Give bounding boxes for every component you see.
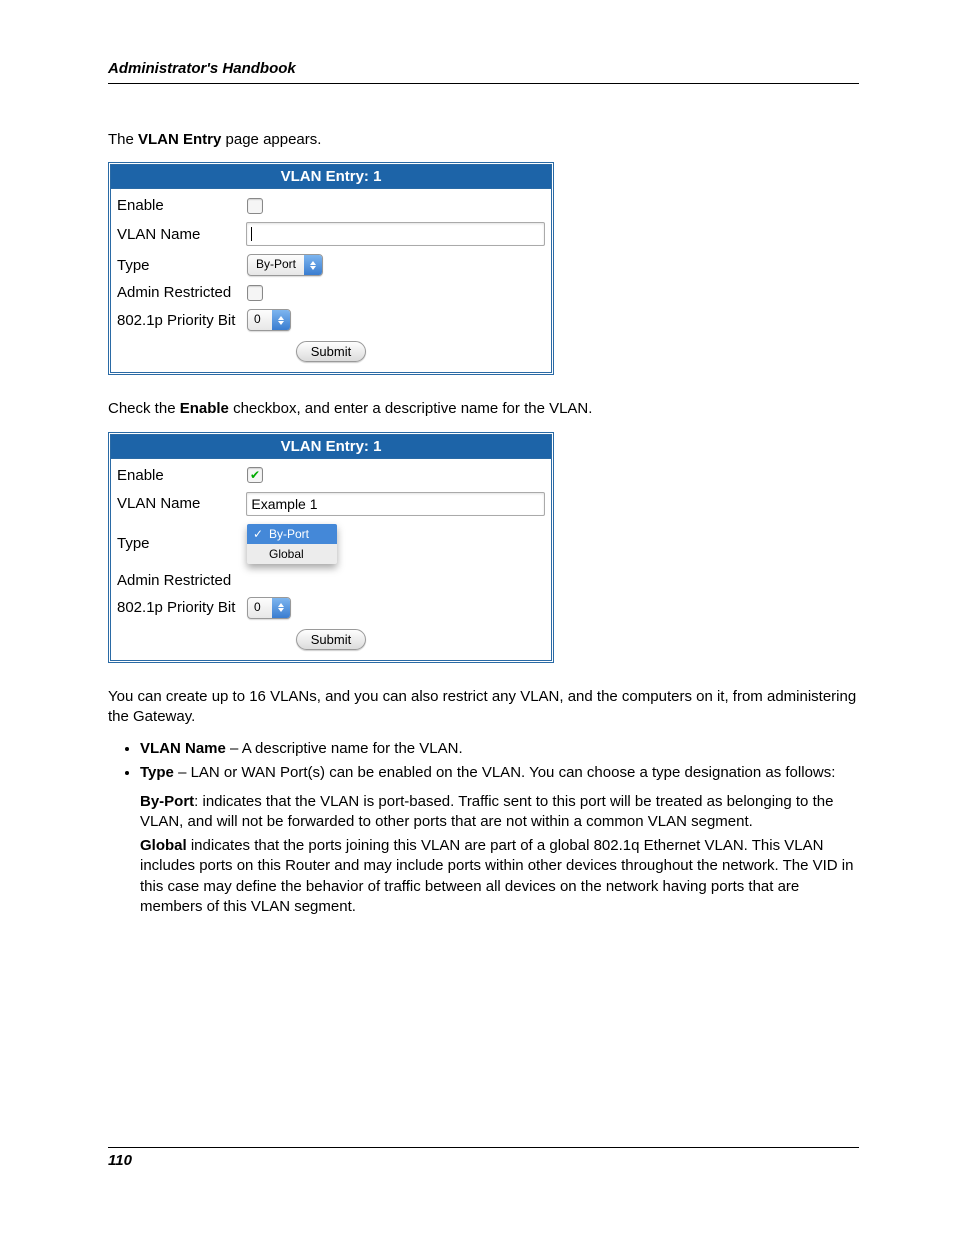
type-select-open[interactable]: ✓ By-Port Global [247, 524, 337, 564]
enable-label: Enable [117, 467, 247, 484]
vlan-name-label: VLAN Name [117, 226, 246, 243]
admin-restricted-label: Admin Restricted [117, 572, 247, 589]
checkmark-icon: ✓ [253, 527, 263, 541]
byport-para: By-Port: indicates that the VLAN is port… [140, 792, 859, 833]
priority-select[interactable]: 0 [247, 597, 291, 619]
stepper-icon [304, 255, 322, 275]
stepper-icon [272, 598, 290, 618]
type-label: Type [117, 257, 247, 274]
text-bold: Type [140, 764, 174, 781]
text-bold: VLAN Name [140, 740, 226, 757]
enable-checkbox[interactable]: ✔ [247, 467, 263, 483]
vlan-name-input[interactable]: Example 1 [246, 492, 545, 516]
priority-select[interactable]: 0 [247, 309, 291, 331]
panel-title: VLAN Entry: 1 [111, 165, 551, 189]
priority-select-value: 0 [248, 598, 272, 618]
list-item: Type – LAN or WAN Port(s) can be enabled… [140, 763, 859, 783]
priority-select-value: 0 [248, 310, 272, 330]
bullet-list: VLAN Name – A descriptive name for the V… [108, 739, 859, 784]
global-para: Global indicates that the ports joining … [140, 836, 859, 917]
vlan-name-label: VLAN Name [117, 495, 246, 512]
priority-label: 802.1p Priority Bit [117, 599, 247, 616]
submit-button[interactable]: Submit [296, 341, 366, 362]
mid-instruction: Check the Enable checkbox, and enter a d… [108, 399, 859, 419]
submit-button[interactable]: Submit [296, 629, 366, 650]
vlan-entry-panel-1: VLAN Entry: 1 Enable VLAN Name Type By-P… [108, 162, 554, 375]
text: checkbox, and enter a descriptive name f… [229, 400, 593, 417]
page-number: 110 [108, 1152, 859, 1169]
text: Check the [108, 400, 180, 417]
footer-rule [108, 1147, 859, 1148]
type-label: Type [117, 535, 247, 552]
running-header: Administrator's Handbook [108, 60, 859, 77]
vlan-entry-panel-2: VLAN Entry: 1 Enable ✔ VLAN Name Example… [108, 432, 554, 663]
body-para: You can create up to 16 VLANs, and you c… [108, 687, 859, 728]
admin-restricted-checkbox[interactable] [247, 285, 263, 301]
text: indicates that the ports joining this VL… [140, 837, 853, 915]
vlan-name-input[interactable] [246, 222, 545, 246]
text: The [108, 131, 138, 148]
option-label: Global [269, 547, 304, 561]
panel-title: VLAN Entry: 1 [111, 435, 551, 459]
type-select[interactable]: By-Port [247, 254, 323, 276]
list-item: VLAN Name – A descriptive name for the V… [140, 739, 859, 759]
type-select-value: By-Port [248, 255, 304, 275]
type-option-byport[interactable]: ✓ By-Port [247, 524, 337, 544]
enable-checkbox[interactable] [247, 198, 263, 214]
text: – LAN or WAN Port(s) can be enabled on t… [174, 764, 836, 781]
stepper-icon [272, 310, 290, 330]
type-option-global[interactable]: Global [247, 544, 337, 564]
text: – A descriptive name for the VLAN. [226, 740, 463, 757]
text: page appears. [221, 131, 321, 148]
text-cursor [251, 227, 252, 241]
header-rule [108, 83, 859, 84]
option-label: By-Port [269, 527, 309, 541]
text-bold: Enable [180, 400, 229, 417]
text: : indicates that the VLAN is port-based.… [140, 793, 833, 830]
text-bold: VLAN Entry [138, 131, 221, 148]
priority-label: 802.1p Priority Bit [117, 312, 247, 329]
admin-restricted-label: Admin Restricted [117, 284, 247, 301]
enable-label: Enable [117, 197, 247, 214]
text-bold: Global [140, 837, 187, 854]
text-bold: By-Port [140, 793, 194, 810]
page-footer: 110 [108, 1147, 859, 1169]
checkmark-icon: ✔ [250, 468, 260, 482]
vlan-name-value: Example 1 [251, 496, 317, 512]
intro-line: The VLAN Entry page appears. [108, 130, 859, 150]
